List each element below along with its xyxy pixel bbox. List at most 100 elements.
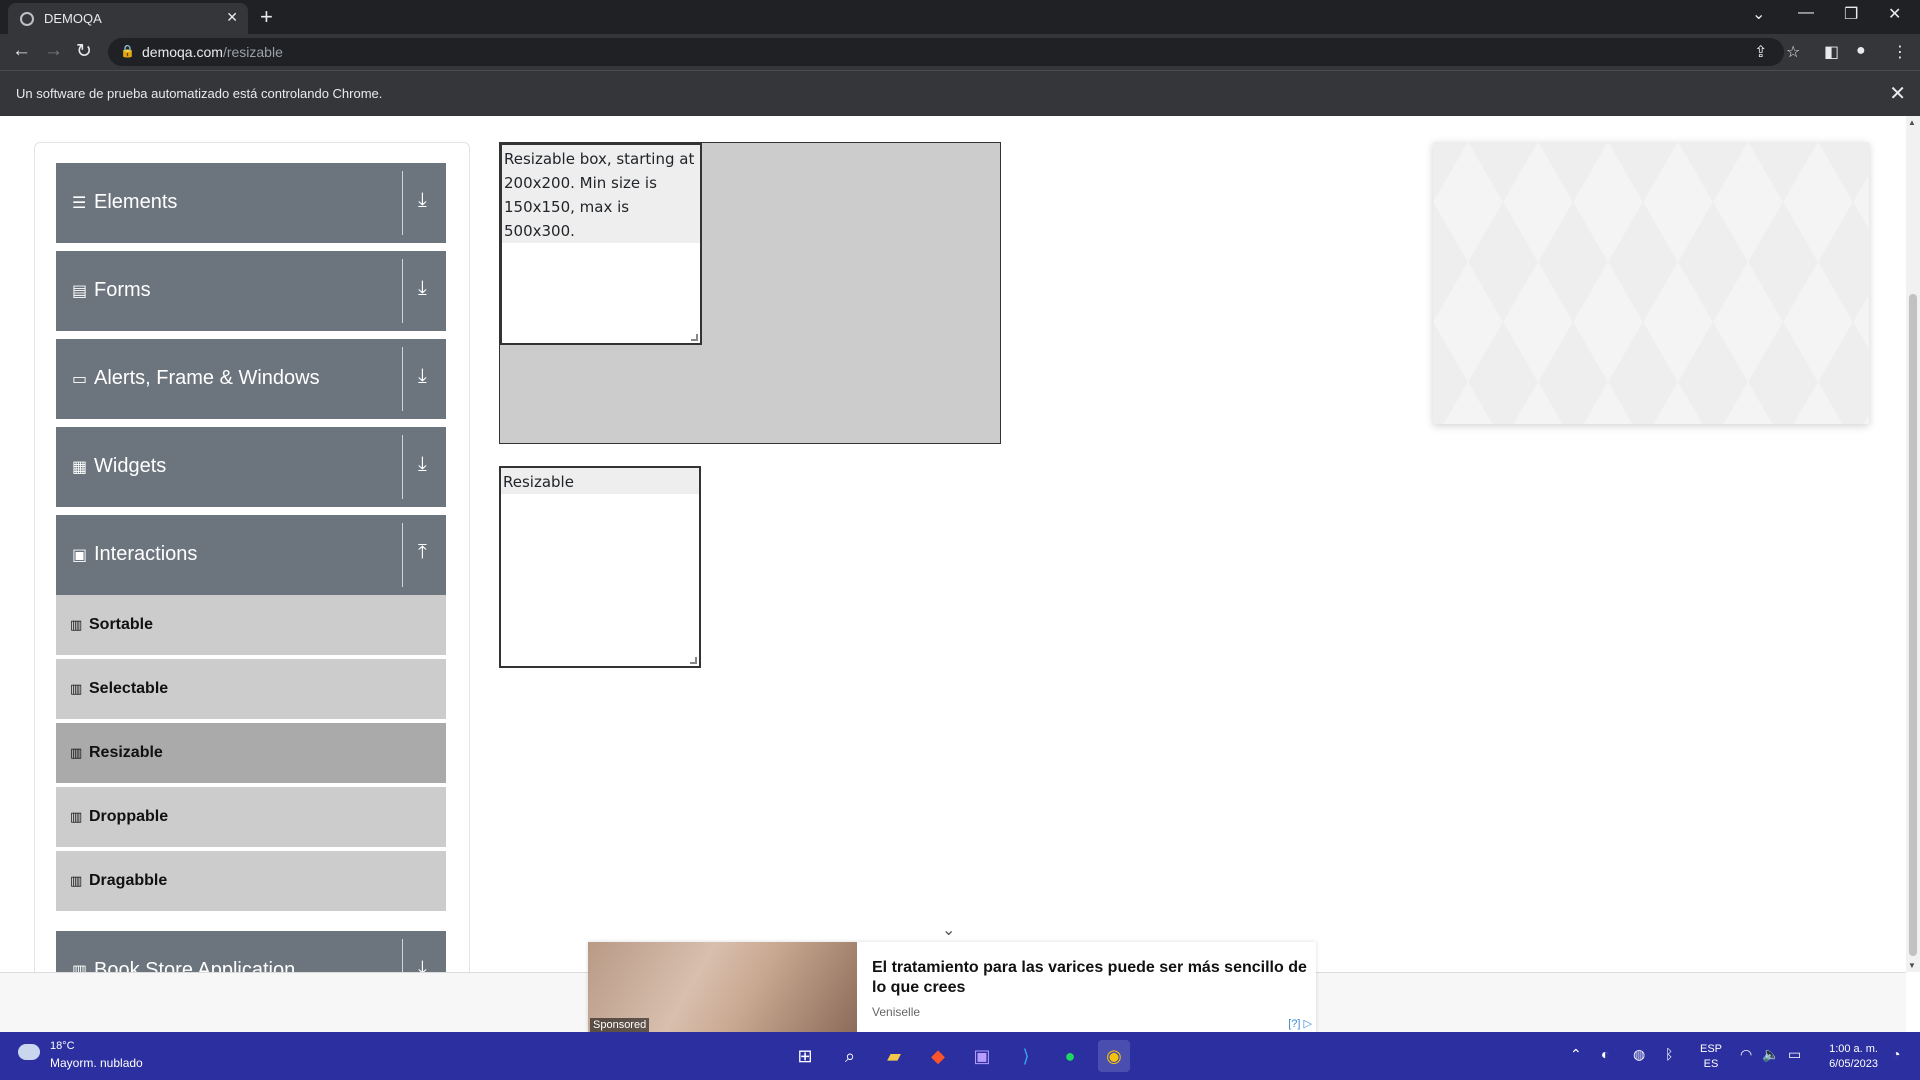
item-icon: ▥ xyxy=(70,809,83,824)
browser-toolbar: ← → ↻ 🔒 demoqa.com/resizable ⇪ ☆ ◧ ● ⋮ xyxy=(0,34,1920,70)
group-header-widgets[interactable]: ▦ Widgets ⤓ xyxy=(56,427,446,507)
time: 1:00 a. m. xyxy=(1829,1043,1878,1055)
address-bar[interactable]: 🔒 demoqa.com/resizable xyxy=(108,38,1784,66)
sidebar-item-label: Droppable xyxy=(89,808,169,825)
group-title: Alerts, Frame & Windows xyxy=(94,367,320,389)
restore-icon[interactable]: ❐ xyxy=(1844,4,1858,24)
tray-app-icon[interactable]: ◐ xyxy=(1601,1046,1609,1062)
divider xyxy=(402,523,403,587)
language-code: ESP xyxy=(1700,1043,1723,1055)
language-indicator[interactable]: ESP ES xyxy=(1700,1042,1722,1072)
back-icon[interactable]: ← xyxy=(12,40,31,62)
group-header-forms[interactable]: ▤ Forms ⤓ xyxy=(56,251,446,331)
item-icon: ▥ xyxy=(70,745,83,760)
sidebar-item-droppable[interactable]: ▥ Droppable xyxy=(56,787,446,849)
chevron-down-icon[interactable]: ⌄ xyxy=(942,920,955,940)
group-header-elements[interactable]: ☰ Elements ⤓ xyxy=(56,163,446,243)
bookmark-star-icon[interactable]: ☆ xyxy=(1786,42,1800,62)
notifications-icon[interactable]: ◔ xyxy=(1892,1046,1900,1062)
share-icon[interactable]: ⇪ xyxy=(1754,42,1767,62)
spotify-icon[interactable]: ● xyxy=(1054,1040,1086,1072)
chrome-icon[interactable]: ◉ xyxy=(1098,1040,1130,1072)
sidebar-item-sortable[interactable]: ▥ Sortable xyxy=(56,595,446,657)
scrollbar-thumb[interactable] xyxy=(1909,294,1917,956)
app-icon[interactable]: ▣ xyxy=(966,1040,998,1072)
tab-search-icon[interactable]: ⌄ xyxy=(1752,4,1765,24)
bluetooth-icon[interactable]: ᛒ xyxy=(1665,1046,1673,1062)
scroll-up-icon[interactable]: ▲ xyxy=(1908,118,1916,127)
group-title: Widgets xyxy=(94,455,167,477)
divider xyxy=(402,171,403,235)
left-panel: ☰ Elements ⤓ ▤ Forms ⤓ ▭ Alerts, Frame &… xyxy=(34,142,470,972)
download-arrow-icon: ⤓ xyxy=(418,277,427,299)
sidebar-item-resizable[interactable]: ▥ Resizable xyxy=(56,723,446,785)
group-header-alerts[interactable]: ▭ Alerts, Frame & Windows ⤓ xyxy=(56,339,446,419)
divider xyxy=(402,347,403,411)
temperature: 18°C xyxy=(50,1040,75,1052)
ad-image[interactable]: Sponsored xyxy=(588,942,857,1032)
reload-icon[interactable]: ↻ xyxy=(76,40,92,63)
windows-start-icon[interactable]: ⊞ xyxy=(789,1040,821,1072)
brave-browser-icon[interactable]: ◆ xyxy=(922,1040,954,1072)
sponsored-label: Sponsored xyxy=(590,1018,650,1032)
item-icon: ▥ xyxy=(70,681,83,696)
vscode-icon[interactable]: ⟩ xyxy=(1010,1040,1042,1072)
resizable-box-container: Resizable box, starting at 200x200. Min … xyxy=(499,142,1001,444)
download-arrow-icon: ⤓ xyxy=(418,453,427,475)
sidebar-item-dragabble[interactable]: ▥ Dragabble xyxy=(56,851,446,913)
resize-handle-icon[interactable] xyxy=(691,334,698,341)
sidebar-item-label: Sortable xyxy=(89,616,154,633)
menu-dots-icon[interactable]: ⋮ xyxy=(1892,42,1908,62)
url-text: demoqa.com/resizable xyxy=(142,44,283,60)
wifi-icon[interactable]: ◠ xyxy=(1740,1046,1752,1063)
group-header-interactions[interactable]: ▣ Interactions ⤒ xyxy=(56,515,446,595)
download-arrow-icon: ⤓ xyxy=(418,365,427,387)
group-header-book-store[interactable]: ▥ Book Store Application ⤓ xyxy=(56,931,446,972)
interactions-icon: ▣ xyxy=(72,547,88,564)
resizable-box[interactable]: Resizable xyxy=(499,466,701,668)
keyboard-layout: ES xyxy=(1703,1058,1719,1070)
resizable-box-text: Resizable box, starting at 200x200. Min … xyxy=(502,145,700,243)
side-panel-icon[interactable]: ◧ xyxy=(1824,42,1839,62)
upload-arrow-icon: ⤒ xyxy=(418,541,427,563)
ad-banner[interactable] xyxy=(1433,142,1869,424)
page-scrollbar[interactable]: ▲ ▼ xyxy=(1906,116,1920,972)
automation-infobar: Un software de prueba automatizado está … xyxy=(0,70,1920,116)
group-title: Elements xyxy=(94,191,178,213)
form-icon: ▤ xyxy=(72,283,88,300)
ad-choices-icon[interactable]: [?] ▷ xyxy=(1288,1017,1312,1030)
ad-headline[interactable]: El tratamiento para las varices puede se… xyxy=(872,958,1312,998)
infobar-close-icon[interactable]: ✕ xyxy=(1889,81,1906,106)
group-title: Interactions xyxy=(94,543,198,565)
sponsored-ad[interactable]: Sponsored El tratamiento para las varice… xyxy=(588,942,1316,1032)
group-title: Forms xyxy=(94,279,151,301)
widgets-icon: ▦ xyxy=(72,459,88,476)
resizable-text: Resizable xyxy=(501,468,699,494)
clock[interactable]: 1:00 a. m. 6/05/2023 xyxy=(1818,1042,1878,1072)
search-icon[interactable]: ⌕ xyxy=(834,1040,866,1072)
tab-close-icon[interactable]: ✕ xyxy=(226,9,238,26)
lock-icon: 🔒 xyxy=(120,44,135,58)
browser-tab-bar: DEMOQA ✕ + ⌄ — ❐ ✕ xyxy=(0,0,1920,34)
forward-icon[interactable]: → xyxy=(44,40,63,62)
sidebar-item-selectable[interactable]: ▥ Selectable xyxy=(56,659,446,721)
profile-icon[interactable]: ● xyxy=(1856,42,1866,60)
scroll-down-icon[interactable]: ▼ xyxy=(1908,961,1916,970)
download-arrow-icon: ⤓ xyxy=(418,957,427,972)
volume-icon[interactable]: 🔈 xyxy=(1762,1046,1779,1063)
file-explorer-icon[interactable]: ▰ xyxy=(878,1040,910,1072)
item-icon: ▥ xyxy=(70,617,83,632)
tray-app-icon[interactable]: ◍ xyxy=(1633,1046,1645,1063)
hamburger-icon: ☰ xyxy=(72,195,87,212)
resize-handle-icon[interactable] xyxy=(690,657,697,664)
taskbar: 18°C Mayorm. nublado ⊞ ⌕ ▰ ◆ ▣ ⟩ ● ◉ ⌃ ◐… xyxy=(0,1032,1920,1080)
window-close-icon[interactable]: ✕ xyxy=(1888,4,1901,24)
battery-icon[interactable]: ▭ xyxy=(1788,1046,1801,1063)
window-icon: ▭ xyxy=(72,371,88,388)
date: 6/05/2023 xyxy=(1829,1058,1878,1070)
resizable-box-restricted[interactable]: Resizable box, starting at 200x200. Min … xyxy=(500,143,702,345)
chevron-up-icon[interactable]: ⌃ xyxy=(1570,1046,1582,1063)
new-tab-icon[interactable]: + xyxy=(260,4,273,30)
browser-tab[interactable]: DEMOQA ✕ xyxy=(8,3,248,34)
minimize-icon[interactable]: — xyxy=(1798,4,1814,22)
